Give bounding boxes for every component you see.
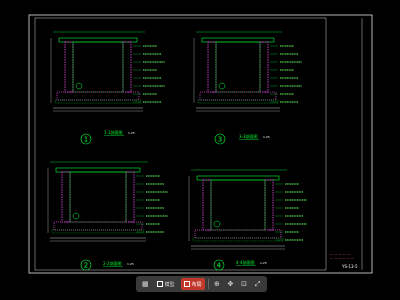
detail-title: 2-2剖面图 bbox=[103, 260, 122, 266]
cover-slab bbox=[196, 175, 280, 181]
detail-title: 1-1剖面图 bbox=[104, 129, 123, 135]
zoom-icon[interactable]: ⊕ bbox=[212, 279, 223, 290]
detail-3: 3 3-3剖面图 1:25 bbox=[193, 31, 302, 145]
base-slab bbox=[194, 229, 282, 239]
pipe-section bbox=[72, 212, 80, 220]
gravel-bed bbox=[197, 99, 279, 104]
layout-icon bbox=[183, 281, 190, 287]
model-icon bbox=[156, 281, 163, 287]
detail-1: 1 1-1剖面图 1:25 bbox=[50, 31, 165, 145]
tab-layout-label: 布局 bbox=[191, 281, 202, 288]
title-block-note-2: — — — — — — bbox=[330, 256, 355, 260]
base-slab bbox=[56, 91, 140, 101]
left-wall bbox=[64, 41, 74, 93]
detail-2: 2 2-2剖面图 1:25 bbox=[47, 161, 168, 271]
pipe-section bbox=[218, 82, 226, 90]
left-wall bbox=[61, 171, 71, 223]
right-wall bbox=[122, 41, 132, 93]
detail-number: 4 bbox=[217, 262, 222, 270]
chamber bbox=[210, 179, 266, 231]
sheet-inner-frame bbox=[34, 17, 327, 271]
base-slab bbox=[53, 221, 143, 231]
tab-model-label: 模型 bbox=[164, 281, 175, 288]
title-block-code: YS-13-5 bbox=[341, 264, 358, 269]
cover-slab bbox=[58, 37, 138, 43]
right-wall bbox=[125, 171, 135, 223]
gravel-bed bbox=[54, 99, 142, 104]
cover-slab bbox=[55, 167, 141, 173]
left-wall bbox=[207, 41, 217, 93]
gravel-bed bbox=[51, 229, 145, 234]
chamber bbox=[72, 41, 124, 93]
cover-slab bbox=[201, 37, 275, 43]
tab-model[interactable]: 模型 bbox=[154, 278, 178, 290]
fit-icon[interactable]: ⊡ bbox=[239, 279, 250, 290]
detail-number: 1 bbox=[84, 136, 88, 144]
base-slab bbox=[199, 91, 277, 101]
detail-scale: 1:25 bbox=[128, 131, 135, 135]
detail-title: 3-3剖面图 bbox=[239, 133, 258, 139]
gravel-bed bbox=[192, 237, 284, 242]
detail-scale: 1:25 bbox=[127, 262, 134, 266]
grid-icon[interactable]: ▦ bbox=[140, 279, 151, 290]
viewer-toolbar: ▦ 模型 布局 ⊕ ✥ ⊡ ⤢ bbox=[136, 276, 267, 292]
detail-4: 4 4-4剖面图 1:25 bbox=[188, 169, 307, 271]
detail-number: 2 bbox=[84, 262, 88, 270]
sheet-frame bbox=[28, 14, 373, 274]
fullscreen-icon[interactable]: ⤢ bbox=[252, 279, 263, 290]
tab-layout[interactable]: 布局 bbox=[180, 278, 205, 290]
pipe-section bbox=[213, 220, 221, 228]
detail-title: 4-4剖面图 bbox=[236, 259, 255, 265]
detail-number: 3 bbox=[218, 136, 222, 144]
right-wall bbox=[259, 41, 269, 93]
right-wall bbox=[264, 179, 274, 231]
left-wall bbox=[202, 179, 212, 231]
cad-drawing: 1 1-1剖面图 1:25 2 2-2剖面图 1:25 3 3-3剖面图 1:25 4 4-4剖面图… bbox=[28, 14, 373, 274]
chamber bbox=[215, 41, 261, 93]
detail-scale: 1:25 bbox=[260, 261, 267, 265]
pan-icon[interactable]: ✥ bbox=[225, 279, 236, 290]
pipe-section bbox=[75, 82, 83, 90]
toolbar-divider bbox=[207, 279, 209, 289]
detail-scale: 1:25 bbox=[263, 135, 270, 139]
